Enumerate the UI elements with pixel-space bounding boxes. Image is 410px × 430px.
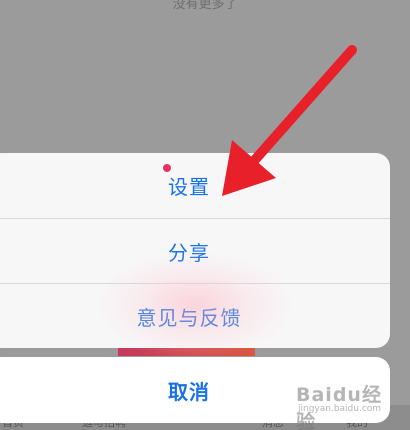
baidu-jingyan-watermark: Baidu经验 jingyan.baidu.com [292,378,392,430]
cancel-button-label: 取消 [168,379,210,404]
action-sheet: 设置 分享 意见与反馈 [0,153,390,348]
feedback-option[interactable]: 意见与反馈 [0,283,390,348]
settings-option[interactable]: 设置 [0,153,390,218]
settings-option-label: 设置 [168,175,210,199]
watermark-url: jingyan.baidu.com [298,404,382,414]
feedback-option-label: 意见与反馈 [136,306,242,330]
no-more-content-text: 没有更多了 [172,0,238,12]
share-option[interactable]: 分享 [0,218,390,284]
notification-badge-dot [163,164,171,172]
screen: 没有更多了 首页 逛与招聘 消息 我的 设置 分享 意见与反馈 取消 Baidu… [0,0,410,430]
share-option-label: 分享 [168,241,210,265]
